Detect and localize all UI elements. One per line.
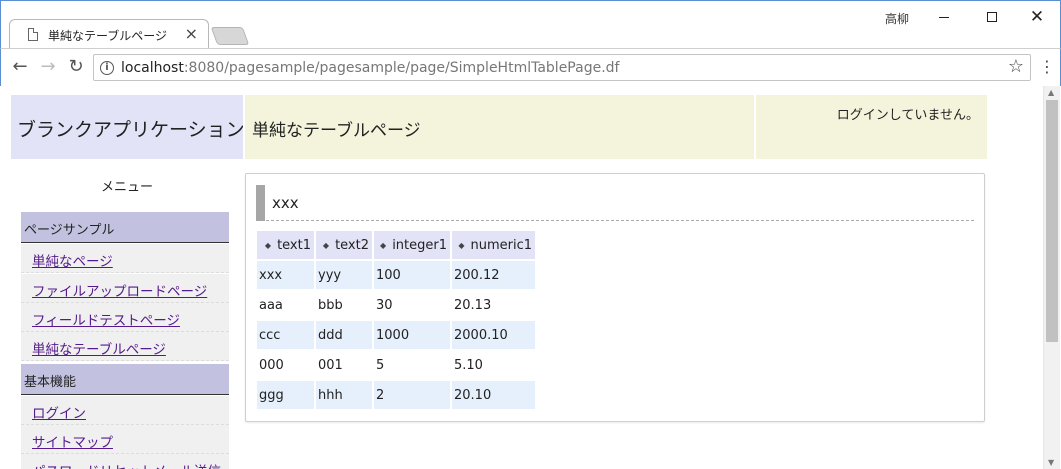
profile-name[interactable]: 高柳: [885, 10, 909, 27]
menu-item-label[interactable]: サイトマップ: [32, 431, 113, 451]
scroll-down-icon[interactable]: ▼: [1048, 458, 1054, 467]
table-cell: 1000: [374, 321, 450, 349]
table-cell: 001: [318, 357, 343, 373]
menu-title: メニュー: [101, 180, 154, 195]
page-title: 単純なテーブルページ: [252, 121, 421, 141]
minimize-button[interactable]: [921, 3, 967, 31]
document-icon: [28, 28, 38, 41]
forward-icon[interactable]: →: [37, 56, 59, 78]
menu-item-label[interactable]: 単純なページ: [32, 250, 113, 270]
new-tab-button[interactable]: [210, 27, 250, 45]
sort-icon: ◆: [458, 240, 465, 250]
sort-icon: ◆: [322, 240, 330, 250]
sort-icon: ◆: [380, 240, 387, 250]
table-cell: aaa: [259, 297, 283, 313]
page-header: 単純なテーブルページ: [245, 95, 754, 159]
table-cell: yyy: [316, 261, 372, 289]
table-cell: 5: [376, 357, 385, 373]
vertical-scrollbar[interactable]: ▲ ▼: [1043, 86, 1060, 469]
close-tab-icon[interactable]: ×: [185, 24, 198, 43]
table-row: ggg hhh 2 20.10: [257, 381, 535, 409]
bookmark-star-icon[interactable]: ☆: [1008, 56, 1024, 77]
column-header-numeric1[interactable]: ◆ numeric1: [452, 231, 535, 259]
url-path: :8080/pagesample/pagesample/page/SimpleH…: [183, 60, 620, 76]
menu-item-label[interactable]: フィールドテストページ: [32, 309, 180, 329]
column-header-text1[interactable]: ◆ text1: [257, 231, 314, 259]
table-cell: 000: [259, 357, 284, 373]
menu-item-file-upload[interactable]: ファイルアップロードページ: [21, 274, 229, 303]
reload-icon[interactable]: ↻: [65, 56, 87, 78]
column-header-label: text2: [335, 237, 369, 253]
menu-item-password-reset[interactable]: パスワードリセットメール送信: [21, 454, 229, 469]
panel-heading: xxx: [256, 185, 974, 221]
window-titlebar: 単純なテーブルページ × 高柳 ✕: [0, 0, 1061, 49]
column-header-text2[interactable]: ◆ text2: [316, 231, 372, 259]
table-cell: ccc: [257, 321, 314, 349]
menu-category-basic: 基本機能: [21, 364, 229, 395]
sort-icon: ◆: [264, 240, 272, 250]
table-cell: hhh: [316, 381, 372, 409]
browser-toolbar: ← → ↻ i localhost:8080/pagesample/pagesa…: [0, 48, 1061, 86]
panel-title: xxx: [272, 194, 299, 212]
url-host: localhost: [121, 60, 184, 76]
browser-menu-icon[interactable]: ⋮: [1037, 58, 1057, 78]
table-cell: xxx: [257, 261, 314, 289]
menu-item-simple-table[interactable]: 単純なテーブルページ: [21, 332, 229, 361]
table-cell: 100: [374, 261, 450, 289]
table-cell: 30: [376, 297, 393, 313]
column-header-integer1[interactable]: ◆ integer1: [374, 231, 450, 259]
column-header-label: integer1: [392, 237, 447, 253]
back-icon[interactable]: ←: [9, 56, 31, 78]
table-cell: 20.13: [454, 297, 492, 313]
login-status: ログインしていません。: [836, 108, 979, 123]
table-header-row: ◆ text1 ◆ text2 ◆ integer1 ◆ numeric1: [257, 231, 535, 259]
table-cell: ddd: [316, 321, 372, 349]
scroll-up-icon[interactable]: ▲: [1048, 88, 1054, 97]
content-panel: xxx ◆ text1 ◆ text2 ◆ integer1 ◆ numeric1 xx…: [245, 173, 985, 422]
table-row: aaa bbb 30 20.13: [257, 291, 535, 319]
page-viewport: ブランクアプリケーション 単純なテーブルページ ログインしていません。 メニュー…: [1, 86, 1043, 469]
heading-accent-bar: [256, 185, 265, 221]
menu-item-login[interactable]: ログイン: [21, 396, 229, 425]
minimize-icon: [939, 16, 949, 18]
table-cell: 2000.10: [452, 321, 535, 349]
table-row: 000 001 5 5.10: [257, 351, 535, 379]
menu-item-label[interactable]: 単純なテーブルページ: [32, 338, 166, 358]
browser-tab[interactable]: 単純なテーブルページ ×: [9, 19, 209, 49]
url-text[interactable]: localhost:8080/pagesample/pagesample/pag…: [121, 60, 619, 76]
address-bar[interactable]: i localhost:8080/pagesample/pagesample/p…: [93, 54, 1031, 81]
table-cell: 200.12: [452, 261, 535, 289]
menu-item-label[interactable]: ファイルアップロードページ: [32, 280, 207, 300]
app-header: ブランクアプリケーション: [11, 95, 245, 159]
maximize-icon: [987, 12, 997, 22]
menu-item-label[interactable]: ログイン: [32, 402, 86, 422]
column-header-label: text1: [277, 237, 311, 253]
data-table: ◆ text1 ◆ text2 ◆ integer1 ◆ numeric1 xxx yy…: [255, 229, 537, 411]
close-window-button[interactable]: ✕: [1014, 3, 1060, 31]
table-cell: 2: [374, 381, 450, 409]
table-cell: bbb: [318, 297, 343, 313]
tab-title: 単純なテーブルページ: [48, 29, 168, 43]
menu-item-label[interactable]: パスワードリセットメール送信: [32, 460, 221, 469]
table-cell: ggg: [257, 381, 314, 409]
menu-item-simple-page[interactable]: 単純なページ: [21, 244, 229, 273]
app-title: ブランクアプリケーション: [17, 119, 245, 141]
menu-item-sitemap[interactable]: サイトマップ: [21, 425, 229, 454]
info-icon[interactable]: i: [100, 61, 114, 75]
table-row: ccc ddd 1000 2000.10: [257, 321, 535, 349]
login-status-area: ログインしていません。: [756, 95, 987, 159]
menu-category-label: 基本機能: [24, 375, 77, 390]
maximize-button[interactable]: [969, 3, 1015, 31]
menu-category-page-samples: ページサンプル: [21, 212, 229, 243]
menu-item-field-test[interactable]: フィールドテストページ: [21, 303, 229, 332]
column-header-label: numeric1: [470, 237, 532, 253]
table-cell: 20.10: [452, 381, 535, 409]
table-cell: 5.10: [454, 357, 483, 373]
scrollbar-thumb[interactable]: [1046, 100, 1058, 342]
table-row: xxx yyy 100 200.12: [257, 261, 535, 289]
menu-category-label: ページサンプル: [24, 223, 115, 238]
